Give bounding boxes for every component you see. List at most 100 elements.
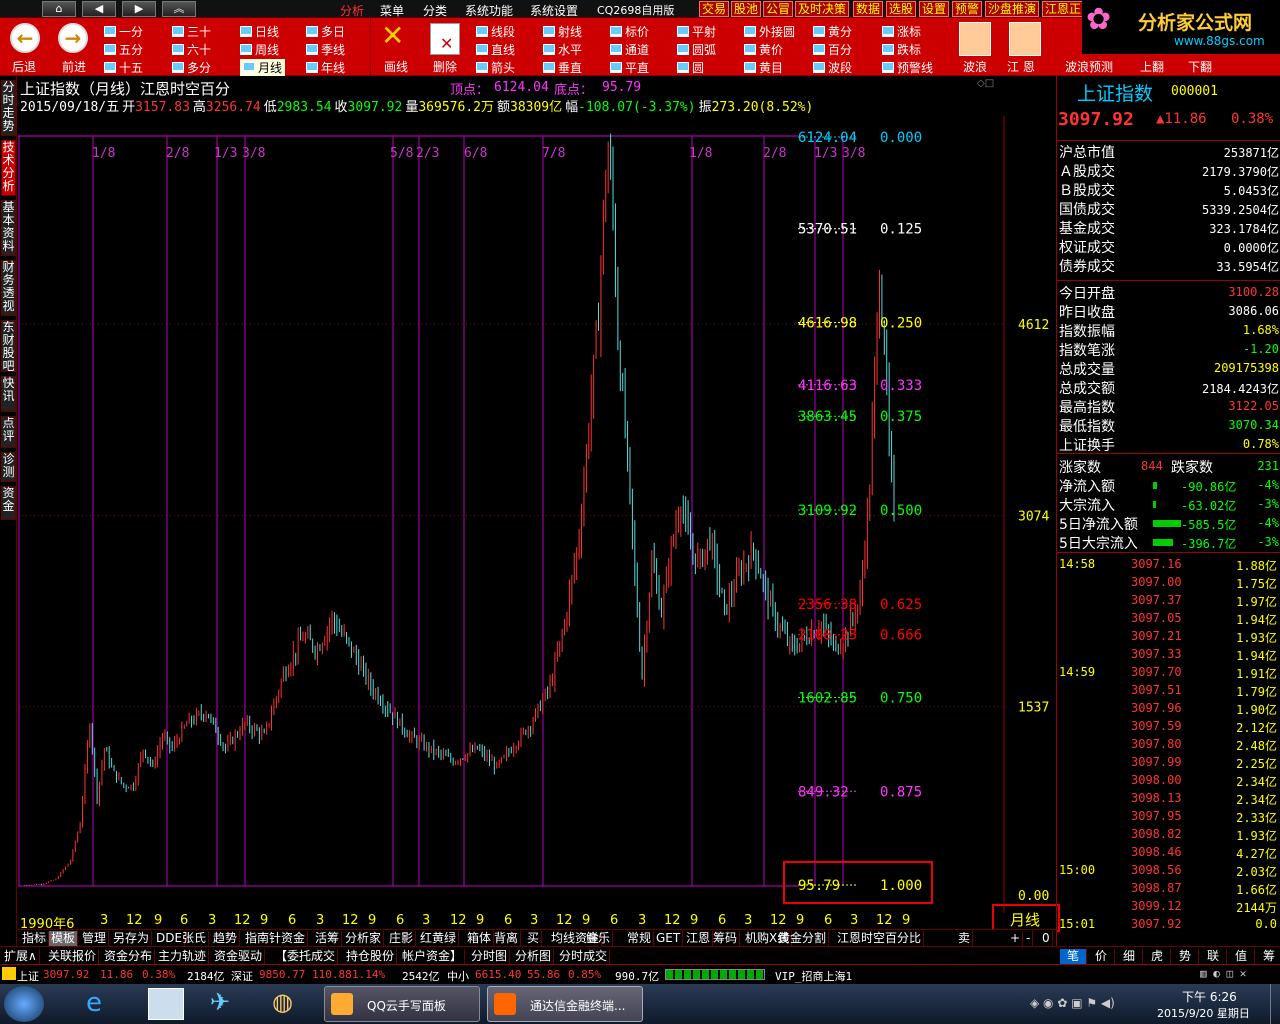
panel-tab[interactable]: 持仓股份 bbox=[344, 949, 398, 964]
panel-tab[interactable]: 分时图 bbox=[469, 949, 511, 964]
zoom-button[interactable]: + bbox=[1008, 931, 1024, 946]
prev-button[interactable]: ◀ bbox=[82, 1, 116, 17]
panel-tab[interactable]: 扩展∧ bbox=[2, 949, 40, 964]
btn-announce[interactable]: 公冒 bbox=[763, 1, 794, 17]
menu-analysis[interactable]: 分析 bbox=[340, 2, 364, 19]
gann-label[interactable]: 江 恩 bbox=[1007, 58, 1035, 75]
collapse-button[interactable]: ︽ bbox=[162, 1, 196, 17]
side-tab[interactable]: 价 bbox=[1088, 949, 1115, 964]
period-0-3[interactable]: 多日 bbox=[306, 23, 345, 40]
menu-system-settings[interactable]: 系统设置 bbox=[530, 2, 578, 19]
panel-tab[interactable]: 资金驱动 bbox=[212, 949, 266, 964]
indicator-tab[interactable]: 趋势 bbox=[211, 931, 241, 946]
indicator-tab[interactable]: 活筹 bbox=[313, 931, 343, 946]
status-menu-icon[interactable] bbox=[2, 967, 16, 980]
side-tab[interactable]: 细 bbox=[1116, 949, 1143, 964]
left-tab-3[interactable]: 财务透视 bbox=[1, 260, 16, 316]
indicator-tab[interactable]: 红黄绿 bbox=[418, 931, 460, 946]
indicator-tab[interactable]: 常规 bbox=[625, 931, 655, 946]
side-tab[interactable]: 联 bbox=[1200, 949, 1227, 964]
panel-tab[interactable]: 帐户资金】 bbox=[400, 949, 466, 964]
draw-line-icon[interactable]: ✕ bbox=[381, 20, 404, 52]
draw-tool-0-2[interactable]: 标价 bbox=[610, 23, 649, 40]
back-arrow-icon[interactable]: ← bbox=[10, 23, 40, 53]
draw-tool-1-1[interactable]: 水平 bbox=[543, 41, 582, 58]
indicator-tab[interactable]: 指标 bbox=[20, 931, 50, 946]
side-tab[interactable]: 值 bbox=[1228, 949, 1255, 964]
next-button[interactable]: ▶ bbox=[122, 1, 156, 17]
taskbar-app-tdx[interactable]: 通达信金融终端... bbox=[487, 986, 643, 1022]
menu-category[interactable]: 分类 bbox=[423, 2, 447, 19]
period-1-1[interactable]: 六十 bbox=[172, 41, 211, 58]
draw-tool-0-0[interactable]: 线段 bbox=[476, 23, 515, 40]
draw-tool-2-1[interactable]: 垂直 bbox=[543, 59, 582, 76]
panel-tab[interactable]: 【委托成交 bbox=[273, 949, 339, 964]
side-tab[interactable]: 虎 bbox=[1144, 949, 1171, 964]
panel-tab[interactable]: 分析图 bbox=[513, 949, 555, 964]
indicator-tab[interactable]: 指南针资金 bbox=[243, 931, 309, 946]
indicator-tab[interactable]: 张氏 bbox=[180, 931, 210, 946]
draw-tool-2-4[interactable]: 黄目 bbox=[744, 59, 783, 76]
draw-tool-0-5[interactable]: 黄分 bbox=[813, 23, 852, 40]
draw-tool-0-3[interactable]: 平射 bbox=[677, 23, 716, 40]
btn-settings[interactable]: 设置 bbox=[919, 1, 950, 17]
menu-system-functions[interactable]: 系统功能 bbox=[465, 2, 513, 19]
btn-sandbox[interactable]: 沙盘推演 bbox=[985, 1, 1040, 17]
page-down-label[interactable]: 下翻 bbox=[1188, 58, 1212, 75]
draw-tool-2-6[interactable]: 预警线 bbox=[882, 59, 933, 76]
period-label[interactable]: 月线 bbox=[1010, 909, 1040, 930]
btn-stock-select[interactable]: 选股 bbox=[886, 1, 917, 17]
ie-icon[interactable]: e bbox=[86, 988, 102, 1018]
indicator-tab[interactable]: 另存为 bbox=[111, 931, 153, 946]
tray-icons[interactable]: ◈ ◉ ✿ ▣ ⚑ ◀) bbox=[1030, 996, 1115, 1010]
indicator-tab[interactable]: 庄影 bbox=[387, 931, 417, 946]
zoom-button[interactable]: - bbox=[1024, 931, 1034, 946]
btn-decision[interactable]: 及时决策 bbox=[795, 1, 850, 17]
panel-tab[interactable]: 主力轨迹 bbox=[156, 949, 210, 964]
btn-trade[interactable]: 交易 bbox=[699, 1, 730, 17]
indicator-tab[interactable]: 管理 bbox=[80, 931, 110, 946]
period-0-1[interactable]: 三十 bbox=[172, 23, 211, 40]
indicator-tab[interactable]: 黄金分割 bbox=[776, 931, 830, 946]
bird-app-icon[interactable]: ✈ bbox=[210, 988, 230, 1016]
period-1-3[interactable]: 季线 bbox=[306, 41, 345, 58]
menu-menu[interactable]: 菜单 bbox=[380, 2, 404, 19]
period-2-1[interactable]: 多分 bbox=[172, 59, 211, 76]
forward-arrow-icon[interactable]: → bbox=[58, 23, 88, 53]
indicator-tab[interactable]: 鲜乐 bbox=[584, 931, 614, 946]
gann-avatar-icon[interactable] bbox=[1009, 22, 1041, 56]
btn-stock-pool[interactable]: 股池 bbox=[731, 1, 762, 17]
btn-gann[interactable]: 江恩正 bbox=[1042, 1, 1085, 17]
panel-tab[interactable]: 分时成交 bbox=[557, 949, 611, 964]
status-controls-icon[interactable]: ▥ ◐ ◫ ✕ bbox=[1200, 967, 1246, 980]
side-tab[interactable]: 笔 bbox=[1060, 949, 1087, 964]
left-tab-0[interactable]: 分时走势 bbox=[1, 80, 16, 136]
palette-icon[interactable]: ◍ bbox=[272, 988, 293, 1016]
draw-tool-1-2[interactable]: 通道 bbox=[610, 41, 649, 58]
indicator-tab[interactable]: 买 bbox=[525, 931, 543, 946]
indicator-tab[interactable]: 背离 bbox=[492, 931, 522, 946]
period-1-0[interactable]: 五分 bbox=[104, 41, 143, 58]
wave-forecast-label[interactable]: 波浪预测 bbox=[1065, 58, 1113, 75]
indicator-tab[interactable]: GET bbox=[654, 931, 684, 946]
draw-tool-1-4[interactable]: 黄价 bbox=[744, 41, 783, 58]
home-button[interactable]: ⌂ bbox=[42, 1, 76, 17]
left-tab-1[interactable]: 技术分析 bbox=[1, 140, 16, 196]
draw-tool-0-1[interactable]: 射线 bbox=[543, 23, 582, 40]
side-tab[interactable]: 筹 bbox=[1256, 949, 1280, 964]
forward-label[interactable]: 前进 bbox=[62, 58, 86, 75]
show-desktop-button[interactable] bbox=[1270, 984, 1280, 1024]
btn-alert[interactable]: 预警 bbox=[952, 1, 983, 17]
wave-label[interactable]: 波浪 bbox=[963, 58, 987, 75]
indicator-tab[interactable]: 江恩时空百分比 bbox=[835, 931, 925, 946]
left-tab-4[interactable]: 东财股吧 bbox=[1, 320, 16, 373]
draw-tool-1-6[interactable]: 跌标 bbox=[882, 41, 921, 58]
clock-time[interactable]: 下午 6:26 bbox=[1182, 988, 1237, 1005]
delete-label[interactable]: 删除 bbox=[433, 58, 457, 75]
start-button-icon[interactable] bbox=[4, 986, 44, 1022]
left-tab-8[interactable]: 资金 bbox=[1, 486, 16, 520]
draw-tool-2-2[interactable]: 平直 bbox=[610, 59, 649, 76]
indicator-tab[interactable]: 箱体 bbox=[465, 931, 495, 946]
zoom-button[interactable]: 0 bbox=[1040, 931, 1053, 946]
draw-tool-2-5[interactable]: 波段 bbox=[813, 59, 852, 76]
